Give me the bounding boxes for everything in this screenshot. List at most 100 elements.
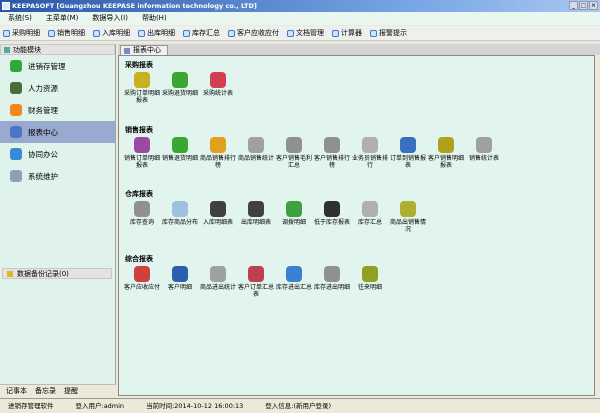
menu-item[interactable]: 主菜单(M) bbox=[46, 12, 79, 25]
report-label: 业务员销售排行 bbox=[351, 155, 388, 169]
sidebar-item[interactable]: 财务管理 bbox=[0, 99, 115, 121]
toolbar-button[interactable]: 计算器 bbox=[332, 28, 362, 38]
report-item[interactable]: 低于库存报表 bbox=[313, 201, 351, 233]
report-item[interactable]: 商品销售排行榜 bbox=[199, 137, 237, 169]
report-item[interactable]: 商品进出统计 bbox=[199, 266, 237, 298]
status-field: 进销存管理软件 bbox=[8, 402, 54, 410]
report-item[interactable]: 客户订单汇总表 bbox=[237, 266, 275, 298]
menu-item[interactable]: 帮助(H) bbox=[142, 12, 167, 25]
report-label: 库存进出明细 bbox=[313, 284, 350, 291]
sidebar-item[interactable]: 系统维护 bbox=[0, 165, 115, 187]
report-item[interactable]: 往来明细 bbox=[351, 266, 389, 298]
report-item[interactable]: 商品出销售情况 bbox=[389, 201, 427, 233]
toolbar-icon bbox=[228, 29, 235, 37]
section-title: 综合报表 bbox=[125, 255, 153, 263]
toolbar-label: 计算器 bbox=[341, 29, 362, 37]
toolbar-icon bbox=[93, 29, 100, 37]
report-item[interactable]: 客户销售毛利汇总 bbox=[275, 137, 313, 169]
report-icon bbox=[248, 137, 264, 153]
report-item[interactable]: 调拨明细 bbox=[275, 201, 313, 233]
sidebar-bottom-tab[interactable]: 记事本 bbox=[6, 385, 27, 396]
report-item[interactable]: 采购退货明细 bbox=[161, 72, 199, 104]
report-icon bbox=[172, 201, 188, 217]
menu-item[interactable]: 数据导入(I) bbox=[92, 12, 128, 25]
sidebar-item[interactable]: 人力资源 bbox=[0, 77, 115, 99]
module-icon bbox=[10, 82, 22, 94]
report-item[interactable]: 客户销售排行榜 bbox=[313, 137, 351, 169]
section-title: 销售报表 bbox=[125, 126, 153, 134]
status-field: 登入用户:admin bbox=[75, 402, 125, 410]
menu-bar: 系统(S) 主菜单(M) 数据导入(I) 帮助(H) bbox=[0, 12, 600, 25]
report-item[interactable]: 库存商品分布 bbox=[161, 201, 199, 233]
toolbar-button[interactable]: 文档管理 bbox=[287, 28, 324, 38]
report-grid: 库存查询 库存商品分布 入库明细表 出库明细表 调拨明细 低于库存报表 库存汇总 商品出销售情… bbox=[123, 201, 427, 233]
report-item[interactable]: 商品销售统计 bbox=[237, 137, 275, 169]
report-item[interactable]: 库存进出明细 bbox=[313, 266, 351, 298]
report-item[interactable]: 采购订单明细报表 bbox=[123, 72, 161, 104]
report-item[interactable]: 销售订单明细报表 bbox=[123, 137, 161, 169]
toolbar-icon bbox=[332, 29, 339, 37]
backup-record[interactable]: 数据备份记录(0) bbox=[2, 268, 112, 279]
toolbar-button[interactable]: 入库明细 bbox=[93, 28, 130, 38]
sidebar-bottom-tabs: 记事本 备忘录 提醒 bbox=[0, 384, 116, 396]
report-item[interactable]: 销售退货明细 bbox=[161, 137, 199, 169]
report-label: 库存查询 bbox=[129, 219, 154, 226]
tab-label: 报表中心 bbox=[133, 46, 161, 54]
report-item[interactable]: 业务员销售排行 bbox=[351, 137, 389, 169]
report-item[interactable]: 库存进出汇总 bbox=[275, 266, 313, 298]
report-item[interactable]: 客户应收应付 bbox=[123, 266, 161, 298]
sidebar-item[interactable]: 报表中心 bbox=[0, 121, 115, 143]
module-icon bbox=[10, 148, 22, 160]
report-icon bbox=[400, 201, 416, 217]
toolbar: 采购明细 销售明细 入库明细 出库明细 库存汇总 客户应收应付 文档管理 计算器 报警提示 bbox=[0, 26, 600, 41]
maximize-button[interactable]: □ bbox=[579, 1, 588, 10]
report-item[interactable]: 出库明细表 bbox=[237, 201, 275, 233]
toolbar-button[interactable]: 出库明细 bbox=[138, 28, 175, 38]
report-item[interactable]: 订单到销售报表 bbox=[389, 137, 427, 169]
toolbar-label: 库存汇总 bbox=[192, 29, 220, 37]
report-item[interactable]: 采购统计表 bbox=[199, 72, 237, 104]
sidebar-item[interactable]: 进销存管理 bbox=[0, 55, 115, 77]
toolbar-label: 采购明细 bbox=[12, 29, 40, 37]
sidebar-bottom-tab[interactable]: 提醒 bbox=[64, 385, 78, 396]
toolbar-button[interactable]: 采购明细 bbox=[3, 28, 40, 38]
report-label: 客户订单汇总表 bbox=[237, 284, 274, 298]
toolbar-button[interactable]: 库存汇总 bbox=[183, 28, 220, 38]
report-icon bbox=[324, 266, 340, 282]
tab-report-center[interactable]: 报表中心 bbox=[120, 45, 168, 55]
report-label: 销售退货明细 bbox=[161, 155, 198, 162]
report-icon bbox=[438, 137, 454, 153]
close-button[interactable]: × bbox=[589, 1, 598, 10]
report-icon bbox=[210, 72, 226, 88]
report-item[interactable]: 入库明细表 bbox=[199, 201, 237, 233]
report-item[interactable]: 库存汇总 bbox=[351, 201, 389, 233]
report-label: 采购订单明细报表 bbox=[123, 90, 160, 104]
report-icon bbox=[324, 201, 340, 217]
report-label: 出库明细表 bbox=[240, 219, 271, 226]
module-icon bbox=[10, 104, 22, 116]
report-item[interactable]: 客户销售明细报表 bbox=[427, 137, 465, 169]
report-grid: 采购订单明细报表 采购退货明细 采购统计表 bbox=[123, 72, 237, 104]
report-icon bbox=[362, 201, 378, 217]
report-icon bbox=[172, 137, 188, 153]
toolbar-label: 出库明细 bbox=[147, 29, 175, 37]
toolbar-button[interactable]: 报警提示 bbox=[370, 28, 407, 38]
toolbar-button[interactable]: 客户应收应付 bbox=[228, 28, 279, 38]
report-item[interactable]: 库存查询 bbox=[123, 201, 161, 233]
report-label: 商品销售排行榜 bbox=[199, 155, 236, 169]
report-item[interactable]: 销售统计表 bbox=[465, 137, 503, 169]
sidebar-header-label: 功能模块 bbox=[13, 46, 41, 54]
menu-item[interactable]: 系统(S) bbox=[8, 12, 32, 25]
minimize-button[interactable]: _ bbox=[569, 1, 578, 10]
sidebar-item[interactable]: 协同办公 bbox=[0, 143, 115, 165]
report-label: 库存进出汇总 bbox=[275, 284, 312, 291]
report-item[interactable]: 客户明细 bbox=[161, 266, 199, 298]
report-icon bbox=[362, 137, 378, 153]
report-label: 订单到销售报表 bbox=[389, 155, 426, 169]
report-icon bbox=[248, 201, 264, 217]
toolbar-button[interactable]: 销售明细 bbox=[48, 28, 85, 38]
status-field: 登入信息:(新用户登录) bbox=[265, 402, 332, 410]
toolbar-label: 客户应收应付 bbox=[237, 29, 279, 37]
sidebar-bottom-tab[interactable]: 备忘录 bbox=[35, 385, 56, 396]
report-label: 商品出销售情况 bbox=[389, 219, 426, 233]
